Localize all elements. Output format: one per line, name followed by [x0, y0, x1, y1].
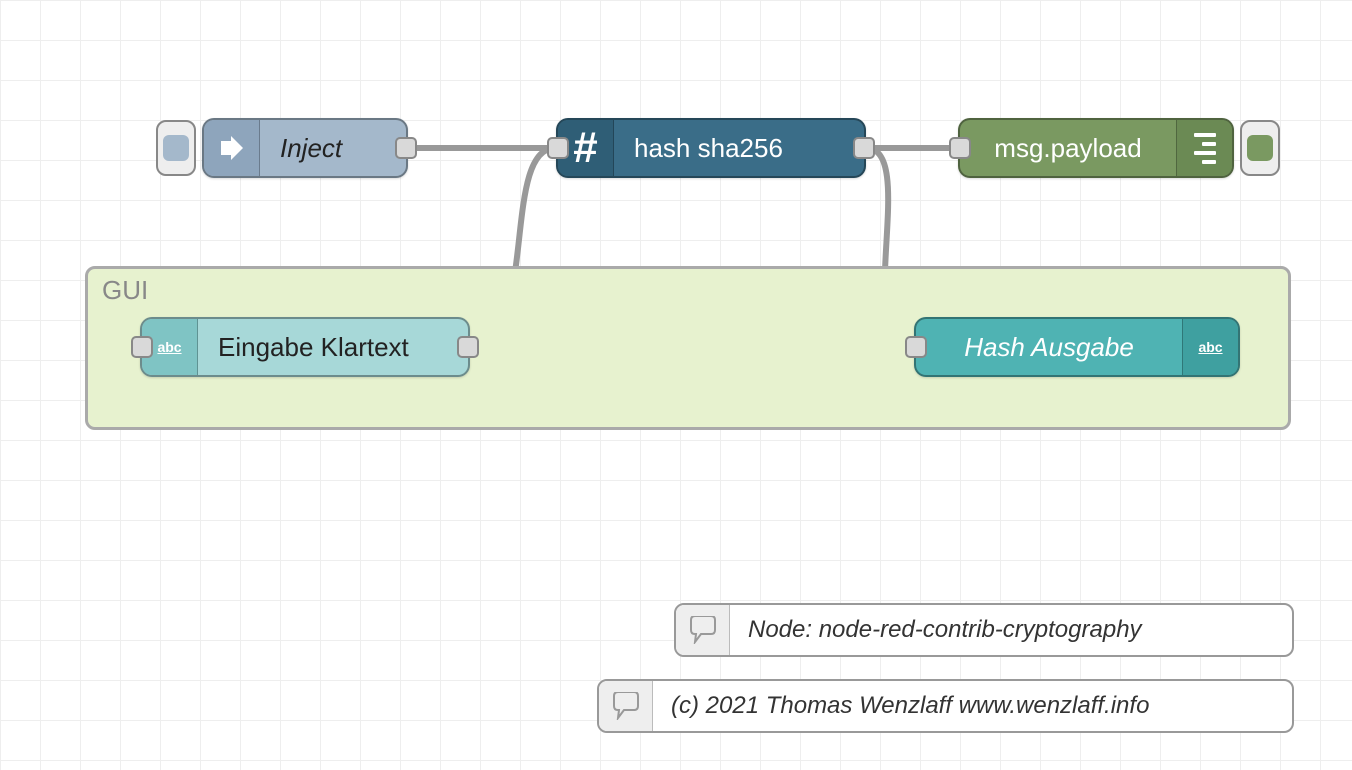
debug-bars-icon [1176, 120, 1232, 176]
text-output-node[interactable]: Hash Ausgabe abc [914, 317, 1240, 377]
inject-arrow-icon [204, 120, 260, 176]
comment-2-label: (c) 2021 Thomas Wenzlaff www.wenzlaff.in… [653, 681, 1167, 731]
comment-node-2[interactable]: (c) 2021 Thomas Wenzlaff www.wenzlaff.in… [597, 679, 1294, 733]
debug-input-port[interactable] [949, 137, 971, 159]
speech-bubble-icon [599, 681, 653, 731]
hash-node[interactable]: # hash sha256 [556, 118, 866, 178]
speech-bubble-icon [676, 605, 730, 655]
text-input-input-port[interactable] [131, 336, 153, 358]
hash-label: hash sha256 [614, 120, 864, 176]
hash-output-port[interactable] [853, 137, 875, 159]
abc-icon: abc [1182, 319, 1238, 375]
hash-input-port[interactable] [547, 137, 569, 159]
debug-label: msg.payload [960, 120, 1176, 176]
text-input-output-port[interactable] [457, 336, 479, 358]
inject-node[interactable]: Inject [202, 118, 408, 178]
inject-label: Inject [260, 120, 406, 176]
comment-1-label: Node: node-red-contrib-cryptography [730, 605, 1160, 655]
text-input-label: Eingabe Klartext [198, 319, 468, 375]
inject-trigger-button[interactable] [156, 120, 196, 176]
debug-toggle-inner [1247, 135, 1273, 161]
text-output-label: Hash Ausgabe [916, 319, 1182, 375]
debug-toggle-button[interactable] [1240, 120, 1280, 176]
text-input-node[interactable]: abc Eingabe Klartext [140, 317, 470, 377]
debug-node[interactable]: msg.payload [958, 118, 1234, 178]
comment-node-1[interactable]: Node: node-red-contrib-cryptography [674, 603, 1294, 657]
text-output-input-port[interactable] [905, 336, 927, 358]
group-label: GUI [102, 275, 148, 306]
inject-output-port[interactable] [395, 137, 417, 159]
inject-trigger-inner [163, 135, 189, 161]
